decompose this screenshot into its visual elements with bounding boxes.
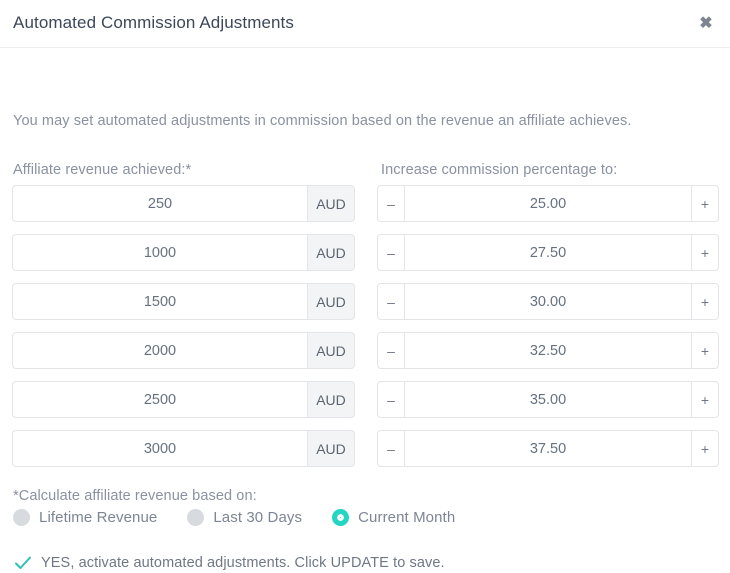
tier-row: AUD–+	[0, 283, 730, 332]
revenue-input-group: AUD	[12, 283, 355, 320]
increment-button[interactable]: +	[691, 381, 719, 418]
automated-commission-adjustments-modal: Automated Commission Adjustments ✖ You m…	[0, 0, 730, 571]
decrement-button[interactable]: –	[377, 430, 405, 467]
activate-adjustments-label: YES, activate automated adjustments. Cli…	[41, 555, 445, 571]
revenue-input-group: AUD	[12, 332, 355, 369]
revenue-input-group: AUD	[12, 381, 355, 418]
calculation-basis-options: Lifetime Revenue Last 30 Days Current Mont…	[13, 509, 455, 526]
radio-option-label: Last 30 Days	[213, 509, 303, 526]
currency-addon: AUD	[307, 234, 355, 271]
commission-percentage-input[interactable]	[405, 332, 691, 369]
tier-row: AUD–+	[0, 234, 730, 283]
commission-column-label: Increase commission percentage to:	[381, 162, 618, 178]
revenue-input[interactable]	[12, 430, 307, 467]
revenue-input[interactable]	[12, 234, 307, 271]
commission-stepper-group: –+	[377, 430, 719, 467]
increment-button[interactable]: +	[691, 283, 719, 320]
commission-stepper-group: –+	[377, 381, 719, 418]
increment-button[interactable]: +	[691, 430, 719, 467]
increment-button[interactable]: +	[691, 185, 719, 222]
calculation-basis-label: *Calculate affiliate revenue based on:	[13, 488, 257, 504]
revenue-input-group: AUD	[12, 430, 355, 467]
modal-header: Automated Commission Adjustments ✖	[0, 0, 730, 48]
intro-text: You may set automated adjustments in com…	[13, 113, 632, 129]
close-icon[interactable]: ✖	[694, 12, 718, 36]
revenue-input[interactable]	[12, 283, 307, 320]
commission-stepper-group: –+	[377, 332, 719, 369]
revenue-input[interactable]	[12, 185, 307, 222]
radio-option-label: Lifetime Revenue	[39, 509, 158, 526]
commission-percentage-input[interactable]	[405, 234, 691, 271]
increment-button[interactable]: +	[691, 234, 719, 271]
commission-percentage-input[interactable]	[405, 283, 691, 320]
radio-option[interactable]: Last 30 Days	[187, 509, 302, 526]
revenue-input[interactable]	[12, 381, 307, 418]
currency-addon: AUD	[307, 185, 355, 222]
decrement-button[interactable]: –	[377, 185, 405, 222]
revenue-input-group: AUD	[12, 234, 355, 271]
decrement-button[interactable]: –	[377, 332, 405, 369]
commission-percentage-input[interactable]	[405, 381, 691, 418]
tier-row: AUD–+	[0, 430, 730, 479]
currency-addon: AUD	[307, 381, 355, 418]
currency-addon: AUD	[307, 430, 355, 467]
check-icon	[15, 556, 31, 569]
commission-stepper-group: –+	[377, 283, 719, 320]
currency-addon: AUD	[307, 283, 355, 320]
increment-button[interactable]: +	[691, 332, 719, 369]
commission-percentage-input[interactable]	[405, 430, 691, 467]
radio-option-label: Current Month	[358, 509, 456, 526]
tier-row: AUD–+	[0, 332, 730, 381]
radio-dot-icon	[13, 509, 30, 526]
decrement-button[interactable]: –	[377, 234, 405, 271]
radio-option[interactable]: Lifetime Revenue	[13, 509, 157, 526]
tier-row: AUD–+	[0, 185, 730, 234]
decrement-button[interactable]: –	[377, 283, 405, 320]
revenue-input-group: AUD	[12, 185, 355, 222]
revenue-input[interactable]	[12, 332, 307, 369]
tier-rows: AUD–+AUD–+AUD–+AUD–+AUD–+AUD–+	[0, 185, 730, 479]
commission-stepper-group: –+	[377, 234, 719, 271]
revenue-column-label: Affiliate revenue achieved:*	[13, 162, 192, 178]
currency-addon: AUD	[307, 332, 355, 369]
commission-percentage-input[interactable]	[405, 185, 691, 222]
radio-dot-icon	[332, 509, 350, 526]
radio-option[interactable]: Current Month	[332, 509, 455, 526]
activate-adjustments-checkbox[interactable]: YES, activate automated adjustments. Cli…	[13, 553, 445, 573]
tier-row: AUD–+	[0, 381, 730, 430]
decrement-button[interactable]: –	[377, 381, 405, 418]
page-title: Automated Commission Adjustments	[13, 13, 294, 32]
commission-stepper-group: –+	[377, 185, 719, 222]
radio-dot-icon	[187, 509, 205, 526]
